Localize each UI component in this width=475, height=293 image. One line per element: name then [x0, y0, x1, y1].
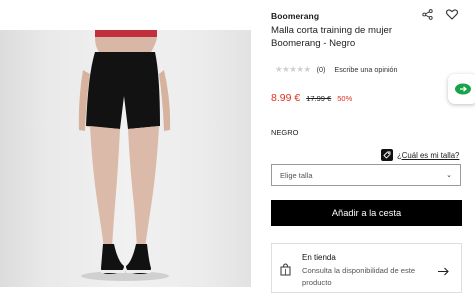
- chat-button[interactable]: [448, 74, 475, 104]
- color-name: NEGRO: [271, 128, 299, 137]
- favorite-button[interactable]: [443, 5, 461, 23]
- chat-icon: [455, 83, 471, 95]
- store-icon: [280, 263, 291, 281]
- chevron-down-icon: ⌄: [446, 172, 452, 179]
- model-illustration: [78, 30, 171, 281]
- current-price: 8.99 €: [271, 92, 301, 104]
- write-review-link[interactable]: Escribe una opinión: [334, 65, 397, 74]
- size-guide-label: ¿Cuál es mi talla?: [397, 150, 460, 160]
- size-guide-link[interactable]: ¿Cuál es mi talla?: [381, 149, 459, 161]
- discount-badge: 50%: [337, 94, 353, 103]
- product-title: Malla corta training de mujer Boomerang …: [271, 25, 393, 49]
- size-select-placeholder: Elige talla: [280, 170, 313, 180]
- size-select[interactable]: Elige talla ⌄: [271, 164, 461, 186]
- original-price: 17.99 €: [306, 94, 332, 103]
- arrow-right-icon: [438, 263, 449, 281]
- in-store-subtitle: Consulta la disponibilidad de este produ…: [302, 266, 416, 287]
- brand-name[interactable]: Boomerang: [271, 11, 319, 21]
- rating-count: (0): [316, 65, 326, 74]
- share-icon: [421, 8, 433, 20]
- rating-stars: ★★★★★: [275, 64, 311, 74]
- tag-icon: [381, 149, 393, 161]
- add-to-cart-button[interactable]: Añadir a la cesta: [271, 200, 462, 226]
- product-image[interactable]: [0, 30, 251, 287]
- rating-row: ★★★★★ (0) Escribe una opinión: [275, 64, 398, 75]
- share-button[interactable]: [418, 5, 436, 23]
- in-store-title: En tienda: [302, 253, 336, 262]
- in-store-card[interactable]: En tienda Consulta la disponibilidad de …: [271, 243, 462, 293]
- heart-icon: [446, 8, 458, 20]
- price-row: 8.99 € 17.99 € 50%: [271, 92, 352, 104]
